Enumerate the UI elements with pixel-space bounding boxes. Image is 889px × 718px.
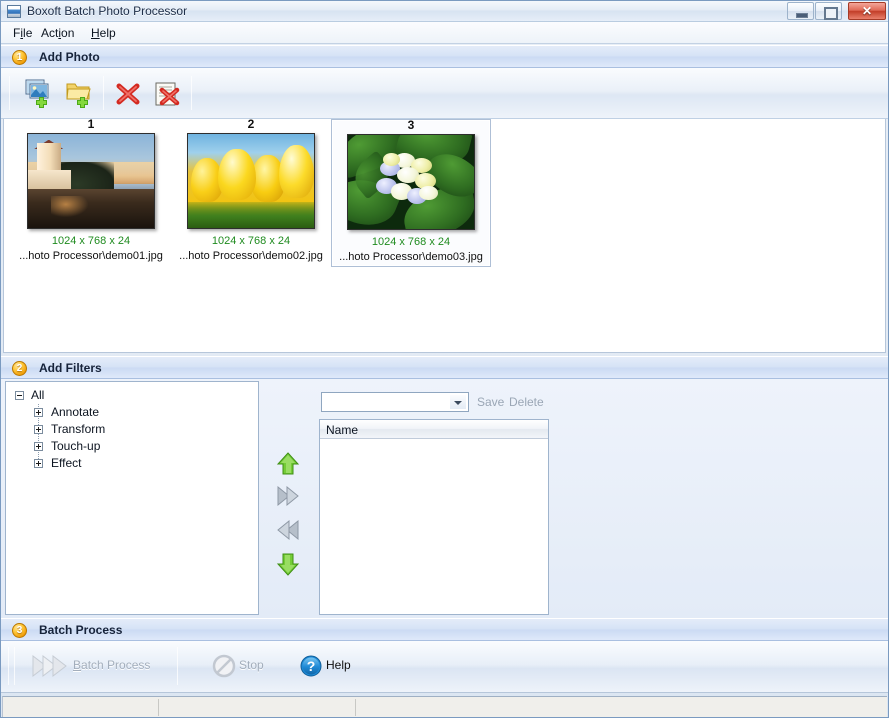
section-title-add-photo: Add Photo bbox=[39, 50, 100, 64]
thumbnail-dimensions: 1024 x 768 x 24 bbox=[371, 236, 451, 248]
step-badge-3: 3 bbox=[12, 623, 27, 638]
stop-button[interactable]: Stop bbox=[211, 649, 291, 683]
move-down-button[interactable] bbox=[272, 549, 304, 579]
section-title-add-filters: Add Filters bbox=[39, 361, 102, 375]
add-photos-button[interactable] bbox=[22, 77, 60, 110]
step-badge-2: 2 bbox=[12, 361, 27, 376]
thumbnail-path: ...hoto Processor\demo01.jpg bbox=[19, 250, 163, 262]
batch-process-icon bbox=[32, 654, 67, 678]
add-filter-button[interactable] bbox=[272, 481, 304, 511]
remove-filter-button[interactable] bbox=[272, 515, 304, 545]
thumbnail-index: 3 bbox=[407, 119, 415, 132]
delete-photo-button[interactable] bbox=[111, 77, 149, 110]
photo-toolbar bbox=[1, 68, 888, 119]
thumbnail-image bbox=[187, 133, 315, 229]
section-header-add-filters: 2 Add Filters bbox=[1, 356, 888, 379]
batch-process-label: Batch Process bbox=[73, 658, 151, 672]
batch-process-button[interactable]: Batch Process bbox=[25, 649, 171, 683]
thumbnail-item[interactable]: 2 1024 x 768 x 24 ...hoto Processor\demo… bbox=[171, 119, 331, 267]
title-bar: Boxoft Batch Photo Processor ✕ bbox=[1, 1, 888, 22]
thumbnail-dimensions: 1024 x 768 x 24 bbox=[211, 235, 291, 247]
expand-icon[interactable] bbox=[34, 408, 43, 417]
chevron-down-icon[interactable] bbox=[450, 395, 466, 409]
thumbnail-index: 1 bbox=[87, 119, 95, 131]
thumbnail-item-selected[interactable]: 3 1024 x 768 x 24 ...hoto Processor\demo… bbox=[331, 119, 491, 267]
thumbnail-dimensions: 1024 x 768 x 24 bbox=[51, 235, 131, 247]
toolbar-separator bbox=[103, 76, 104, 110]
collapse-icon[interactable] bbox=[15, 391, 24, 400]
double-chevron-left-icon bbox=[277, 519, 299, 541]
menu-bar: File Action Help bbox=[1, 22, 888, 44]
clear-all-button[interactable] bbox=[150, 77, 188, 110]
expand-icon[interactable] bbox=[34, 425, 43, 434]
status-divider bbox=[355, 699, 356, 716]
photo-thumbnail-list[interactable]: 1 1024 x 768 x 24 ...hoto Processor\demo… bbox=[3, 119, 886, 353]
stop-icon bbox=[212, 654, 236, 678]
section-header-batch-process: 3 Batch Process bbox=[1, 618, 888, 641]
toolbar-separator bbox=[191, 76, 192, 110]
menu-item-help[interactable]: Help bbox=[86, 25, 121, 41]
thumbnail-image bbox=[347, 134, 475, 230]
add-folder-button[interactable] bbox=[63, 77, 101, 110]
filter-transfer-buttons bbox=[259, 381, 319, 615]
close-button[interactable]: ✕ bbox=[848, 2, 886, 20]
tree-node-label: Transform bbox=[51, 422, 106, 436]
expand-icon[interactable] bbox=[34, 442, 43, 451]
expand-icon[interactable] bbox=[34, 459, 43, 468]
stop-label: Stop bbox=[239, 658, 264, 672]
thumbnail-index: 2 bbox=[247, 119, 255, 131]
thumbnail-path: ...hoto Processor\demo02.jpg bbox=[179, 250, 323, 262]
filter-profile-combobox[interactable] bbox=[321, 392, 469, 412]
arrow-up-icon bbox=[276, 452, 300, 475]
column-header-name: Name bbox=[326, 423, 359, 437]
window-title: Boxoft Batch Photo Processor bbox=[27, 4, 188, 18]
tree-node-label: Effect bbox=[51, 456, 82, 470]
application-window: Boxoft Batch Photo Processor ✕ File Acti… bbox=[0, 0, 889, 718]
selected-filters-list[interactable]: Name bbox=[319, 419, 549, 615]
step-badge-1: 1 bbox=[12, 50, 27, 65]
thumbnail-path: ...hoto Processor\demo03.jpg bbox=[339, 251, 483, 263]
menu-item-action[interactable]: Action bbox=[36, 25, 79, 41]
toolbar-separator bbox=[14, 647, 15, 685]
close-icon: ✕ bbox=[861, 4, 873, 18]
help-button[interactable]: ? Help bbox=[298, 649, 368, 683]
add-photos-icon bbox=[25, 79, 49, 108]
delete-profile-button[interactable]: Delete bbox=[509, 395, 544, 409]
filter-list-column-header[interactable]: Name bbox=[320, 420, 548, 439]
minimize-button[interactable] bbox=[787, 2, 814, 20]
tree-node-label: All bbox=[31, 388, 45, 402]
filters-body: All Annotate Transform Touch-up Effect S… bbox=[1, 379, 888, 618]
thumbnail-image bbox=[27, 133, 155, 229]
save-profile-button[interactable]: Save bbox=[477, 395, 504, 409]
move-up-button[interactable] bbox=[272, 449, 304, 479]
help-label: Help bbox=[326, 658, 351, 672]
status-divider bbox=[158, 699, 159, 716]
status-bar bbox=[2, 696, 887, 717]
filter-category-tree[interactable]: All Annotate Transform Touch-up Effect bbox=[5, 381, 259, 615]
tree-node-label: Annotate bbox=[51, 405, 100, 419]
toolbar-separator bbox=[177, 647, 178, 685]
add-folder-icon bbox=[66, 83, 91, 108]
toolbar-separator bbox=[9, 76, 10, 110]
help-icon: ? bbox=[300, 655, 322, 677]
menu-item-file[interactable]: File bbox=[8, 25, 37, 41]
toolbar-separator bbox=[8, 647, 9, 685]
batch-action-bar: Batch Process Stop ? Help bbox=[1, 641, 888, 693]
maximize-button[interactable] bbox=[815, 2, 842, 20]
tree-node-label: Touch-up bbox=[51, 439, 101, 453]
thumbnail-item[interactable]: 1 1024 x 768 x 24 ...hoto Processor\demo… bbox=[11, 119, 171, 267]
app-icon bbox=[7, 5, 21, 18]
svg-text:?: ? bbox=[307, 658, 316, 674]
clear-all-icon bbox=[155, 82, 180, 106]
section-title-batch-process: Batch Process bbox=[39, 623, 123, 637]
delete-icon bbox=[116, 83, 140, 105]
double-chevron-right-icon bbox=[277, 485, 299, 507]
section-header-add-photo: 1 Add Photo bbox=[1, 45, 888, 68]
arrow-down-icon bbox=[276, 553, 300, 576]
